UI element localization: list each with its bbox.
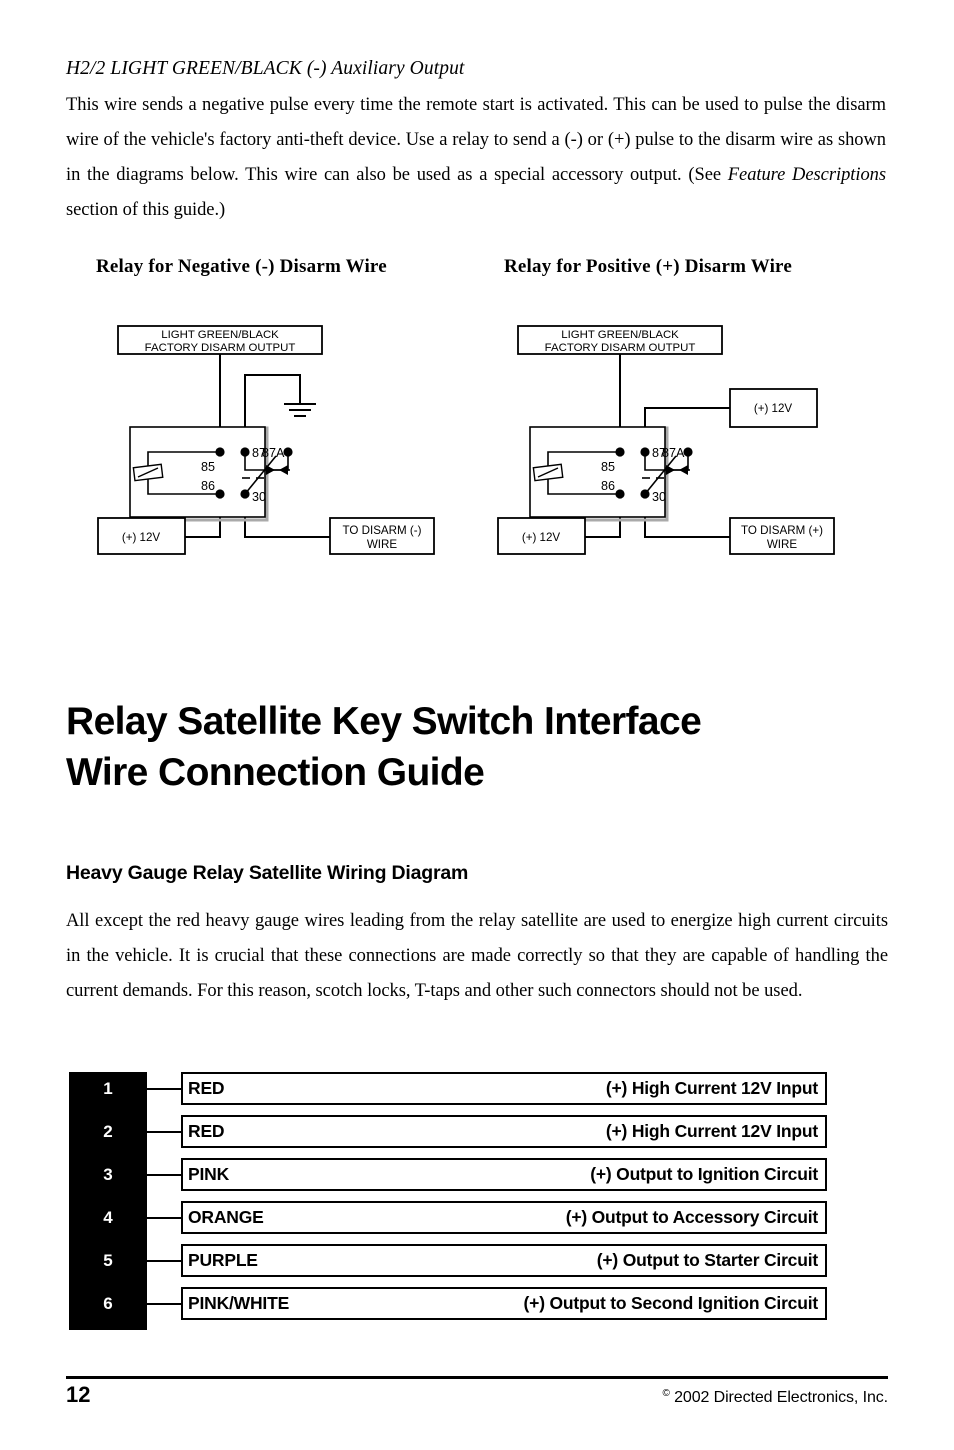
wire-description: (+) Output to Ignition Circuit	[590, 1164, 818, 1184]
auxiliary-output-section: H2/2 LIGHT GREEN/BLACK (-) Auxiliary Out…	[66, 56, 886, 228]
wire-box: PURPLE (+) Output to Starter Circuit	[181, 1244, 827, 1277]
wire-color-label: PINK/WHITE	[188, 1293, 290, 1313]
wire-description: (+) High Current 12V Input	[605, 1121, 818, 1141]
pin-dot-87	[240, 447, 250, 457]
pin-label-30: 30	[252, 490, 266, 504]
output-box-line2: WIRE	[767, 538, 798, 551]
power-12v-label: (+) 12V	[522, 531, 561, 544]
diagram-heading-negative: Relay for Negative (-) Disarm Wire	[96, 256, 387, 277]
wire-color-label: PINK	[188, 1164, 230, 1184]
wire-number: 6	[103, 1294, 113, 1313]
wire-color-label: ORANGE	[188, 1207, 264, 1227]
pin-dot-86	[615, 489, 625, 499]
table-row[interactable]: 5 PURPLE (+) Output to Starter Circuit	[69, 1244, 829, 1277]
arrow-right-icon	[666, 465, 675, 475]
output-box-line1: TO DISARM (-)	[342, 524, 421, 537]
wire-color-label: RED	[188, 1121, 225, 1141]
table-row[interactable]: 1 RED (+) High Current 12V Input	[69, 1072, 829, 1105]
output-box-line1: TO DISARM (+)	[741, 524, 823, 537]
source-box-line2: FACTORY DISARM OUTPUT	[145, 342, 296, 354]
wire-box: PINK/WHITE (+) Output to Second Ignition…	[181, 1287, 827, 1320]
page-canvas: H2/2 LIGHT GREEN/BLACK (-) Auxiliary Out…	[0, 0, 954, 1450]
relay-diagram-negative: 85 86 87 87A 30 LIGHT GREEN/BLACK FACTOR…	[90, 318, 510, 578]
power-12v-label: (+) 12V	[122, 531, 161, 544]
sub-heading: Heavy Gauge Relay Satellite Wiring Diagr…	[66, 862, 469, 884]
table-row[interactable]: 2 RED (+) High Current 12V Input	[69, 1115, 829, 1148]
heavy-gauge-paragraph: All except the red heavy gauge wires lea…	[66, 911, 888, 1001]
copyright-text: 2002 Directed Electronics, Inc.	[669, 1389, 888, 1406]
pin-dot-30	[240, 489, 250, 499]
coil-icon	[132, 463, 164, 482]
output-box-line2: WIRE	[367, 538, 398, 551]
power-12v-top-label: (+) 12V	[754, 402, 793, 415]
table-row[interactable]: 3 PINK (+) Output to Ignition Circuit	[69, 1158, 829, 1191]
copyright-notice: © 2002 Directed Electronics, Inc.	[662, 1388, 888, 1407]
wire-box: PINK (+) Output to Ignition Circuit	[181, 1158, 827, 1191]
diagram-heading-positive: Relay for Positive (+) Disarm Wire	[504, 256, 792, 277]
wire-description: (+) Output to Accessory Circuit	[565, 1207, 818, 1227]
table-row[interactable]: 4 ORANGE (+) Output to Accessory Circuit	[69, 1201, 829, 1234]
heavy-gauge-section: All except the red heavy gauge wires lea…	[66, 904, 888, 1009]
pin-label-86: 86	[601, 479, 615, 493]
wire-box: RED (+) High Current 12V Input	[181, 1072, 827, 1105]
wire-description: (+) High Current 12V Input	[605, 1078, 818, 1098]
section-paragraph: This wire sends a negative pulse every t…	[66, 88, 886, 228]
wire-lead-line	[147, 1088, 181, 1090]
page-title: Relay Satellite Key Switch Interface Wir…	[66, 696, 906, 798]
pin-dot-87	[640, 447, 650, 457]
paragraph-italic-reference: Feature Descriptions	[727, 165, 887, 185]
wire-number: 1	[103, 1079, 113, 1098]
wire-connection-table: 1 RED (+) High Current 12V Input 2 RED (…	[69, 1072, 829, 1330]
wire-lead-line	[147, 1174, 181, 1176]
wire-box: RED (+) High Current 12V Input	[181, 1115, 827, 1148]
pin-label-30: 30	[652, 490, 666, 504]
arrow-right-icon	[266, 465, 275, 475]
diagram-headings-row: Relay for Negative (-) Disarm Wire Relay…	[0, 256, 954, 286]
wire-color-label: RED	[188, 1078, 225, 1098]
page-number: 12	[66, 1382, 91, 1407]
pin-label-85: 85	[201, 460, 215, 474]
footer-divider	[66, 1376, 888, 1379]
page-title-line2: Wire Connection Guide	[66, 751, 485, 794]
wire-number: 2	[103, 1122, 113, 1141]
pin-dot-30	[640, 489, 650, 499]
relay-diagrams-area: 85 86 87 87A 30 LIGHT GREEN/BLACK FACTOR…	[0, 318, 954, 578]
wire-number: 3	[103, 1165, 113, 1184]
pin-label-87a: 87A	[262, 446, 285, 460]
pin-dot-85	[215, 447, 225, 457]
pin-dot-87a	[283, 447, 293, 457]
wire-lead-line	[147, 1303, 181, 1305]
pin-dot-86	[215, 489, 225, 499]
source-box-line2: FACTORY DISARM OUTPUT	[545, 342, 696, 354]
pin-dot-87a	[683, 447, 693, 457]
relay-positive-svg: 85 86 87 87A 30 LIGHT GREEN/BLACK FACTOR…	[497, 325, 835, 555]
ground-icon	[284, 403, 316, 417]
source-box-line1: LIGHT GREEN/BLACK	[561, 329, 679, 341]
wire-rows: 1 RED (+) High Current 12V Input 2 RED (…	[69, 1072, 829, 1330]
relay-negative-svg: 85 86 87 87A 30 LIGHT GREEN/BLACK FACTOR…	[97, 325, 435, 555]
wire-lead-line	[147, 1260, 181, 1262]
coil-icon	[532, 463, 564, 482]
source-box-line1: LIGHT GREEN/BLACK	[161, 329, 279, 341]
wire-lead-line	[147, 1131, 181, 1133]
pin-label-86: 86	[201, 479, 215, 493]
wire-description: (+) Output to Second Ignition Circuit	[523, 1293, 819, 1313]
wire-number: 5	[103, 1251, 113, 1270]
page-title-line1: Relay Satellite Key Switch Interface	[66, 700, 702, 743]
relay-diagram-positive: 85 86 87 87A 30 LIGHT GREEN/BLACK FACTOR…	[490, 318, 910, 578]
copyright-symbol: ©	[662, 1388, 670, 1399]
arrow-left-icon	[279, 465, 288, 475]
pin-label-87a: 87A	[662, 446, 685, 460]
paragraph-text-part2: section of this guide.)	[66, 200, 226, 220]
wire-lead-line	[147, 1217, 181, 1219]
wire-description: (+) Output to Starter Circuit	[596, 1250, 818, 1270]
pin-label-85: 85	[601, 460, 615, 474]
section-heading: H2/2 LIGHT GREEN/BLACK (-) Auxiliary Out…	[66, 58, 465, 79]
wire-color-label: PURPLE	[188, 1250, 258, 1270]
table-row[interactable]: 6 PINK/WHITE (+) Output to Second Igniti…	[69, 1287, 829, 1320]
wire-number: 4	[103, 1208, 113, 1227]
arrow-left-icon	[679, 465, 688, 475]
wire-box: ORANGE (+) Output to Accessory Circuit	[181, 1201, 827, 1234]
pin-dot-85	[615, 447, 625, 457]
